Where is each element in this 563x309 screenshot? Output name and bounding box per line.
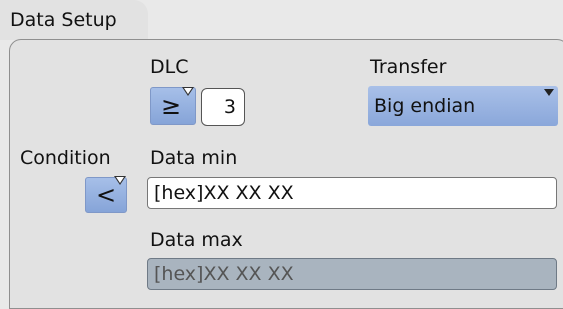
dialog-title: Data Setup [0,0,148,40]
dlc-operator-symbol: ≥ [161,92,182,120]
condition-operator-selector[interactable]: < [85,176,127,213]
dlc-value-input[interactable]: 3 [201,88,245,126]
data-min-input[interactable]: [hex]XX XX XX [147,177,557,209]
dlc-label: DLC [150,56,189,78]
data-max-label: Data max [150,229,243,251]
data-max-input: [hex]XX XX XX [147,258,557,290]
dropdown-arrow-icon [182,87,194,96]
transfer-label: Transfer [370,56,447,78]
dlc-operator-selector[interactable]: ≥ [150,87,196,125]
data-min-label: Data min [150,147,238,169]
dropdown-arrow-icon [544,89,554,96]
transfer-value: Big endian [374,95,476,117]
transfer-dropdown[interactable]: Big endian [368,86,558,126]
dropdown-arrow-icon [114,176,126,185]
condition-label: Condition [20,147,111,169]
